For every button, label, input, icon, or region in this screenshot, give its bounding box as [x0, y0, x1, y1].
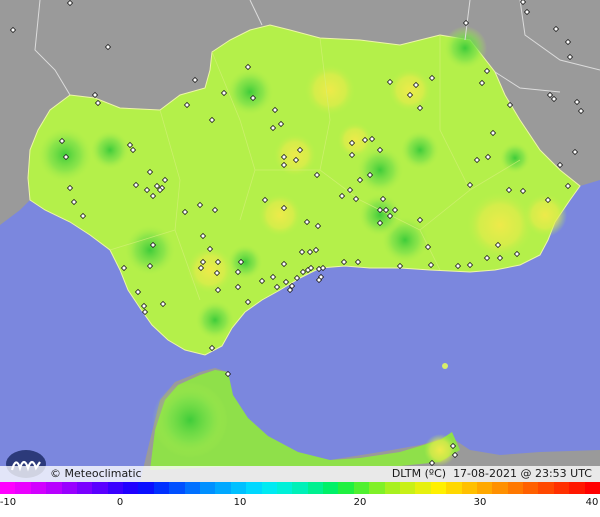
color-scale-step: [384, 482, 401, 494]
color-scale-tick-label: 0: [116, 497, 124, 508]
color-scale-step: [215, 482, 232, 494]
color-scale-tick-label: -10: [0, 497, 17, 508]
color-scale-step: [446, 482, 463, 494]
color-scale-step: [46, 482, 63, 494]
color-scale-ticks: -10 0 10 20 30 40: [0, 497, 600, 511]
color-scale-legend: -10 0 10 20 30 40: [0, 482, 600, 517]
color-scale-step: [200, 482, 216, 494]
color-scale-step: [246, 482, 263, 494]
color-scale-step: [415, 482, 432, 494]
color-scale-step: [61, 482, 78, 494]
islet: [442, 363, 448, 369]
color-scale-step: [76, 482, 93, 494]
color-scale-step: [476, 482, 493, 494]
color-scale-step: [538, 482, 555, 494]
color-scale-step: [292, 482, 309, 494]
color-scale-step: [430, 482, 447, 494]
color-scale-step: [92, 482, 109, 494]
color-scale-step: [184, 482, 201, 494]
color-scale-step: [353, 482, 370, 494]
color-scale-step: [30, 482, 47, 494]
color-scale-step: [523, 482, 540, 494]
color-scale-step: [323, 482, 340, 494]
color-scale-tick-label: 10: [233, 497, 247, 508]
color-scale-step: [492, 482, 509, 494]
color-scale-step: [400, 482, 416, 494]
color-scale-step: [261, 482, 278, 494]
temperature-map: [0, 0, 600, 482]
color-scale-step: [338, 482, 355, 494]
color-scale-step: [15, 482, 32, 494]
color-scale-step: [584, 482, 600, 494]
color-scale-step: [230, 482, 247, 494]
color-scale-step: [169, 482, 186, 494]
color-scale-step: [461, 482, 478, 494]
color-scale-bar: [0, 482, 600, 494]
color-scale-step: [107, 482, 124, 494]
color-scale-step: [0, 482, 16, 494]
color-scale-step: [553, 482, 570, 494]
color-scale-step: [153, 482, 170, 494]
color-scale-step: [369, 482, 386, 494]
color-scale-tick-label: 20: [353, 497, 367, 508]
map-view: © Meteoclimatic DLTM (ºC) 17-08-2021 @ 2…: [0, 0, 600, 517]
color-scale-step: [123, 482, 140, 494]
color-scale-tick-label: 40: [585, 497, 599, 508]
run-info: DLTM (ºC) 17-08-2021 @ 23:53 UTC: [391, 467, 592, 480]
color-scale-tick-label: 30: [473, 497, 487, 508]
credit-text: © Meteoclimatic: [50, 467, 142, 480]
color-scale-step: [276, 482, 293, 494]
color-scale-step: [138, 482, 155, 494]
color-scale-step: [507, 482, 524, 494]
color-scale-step: [307, 482, 324, 494]
color-scale-step: [569, 482, 586, 494]
